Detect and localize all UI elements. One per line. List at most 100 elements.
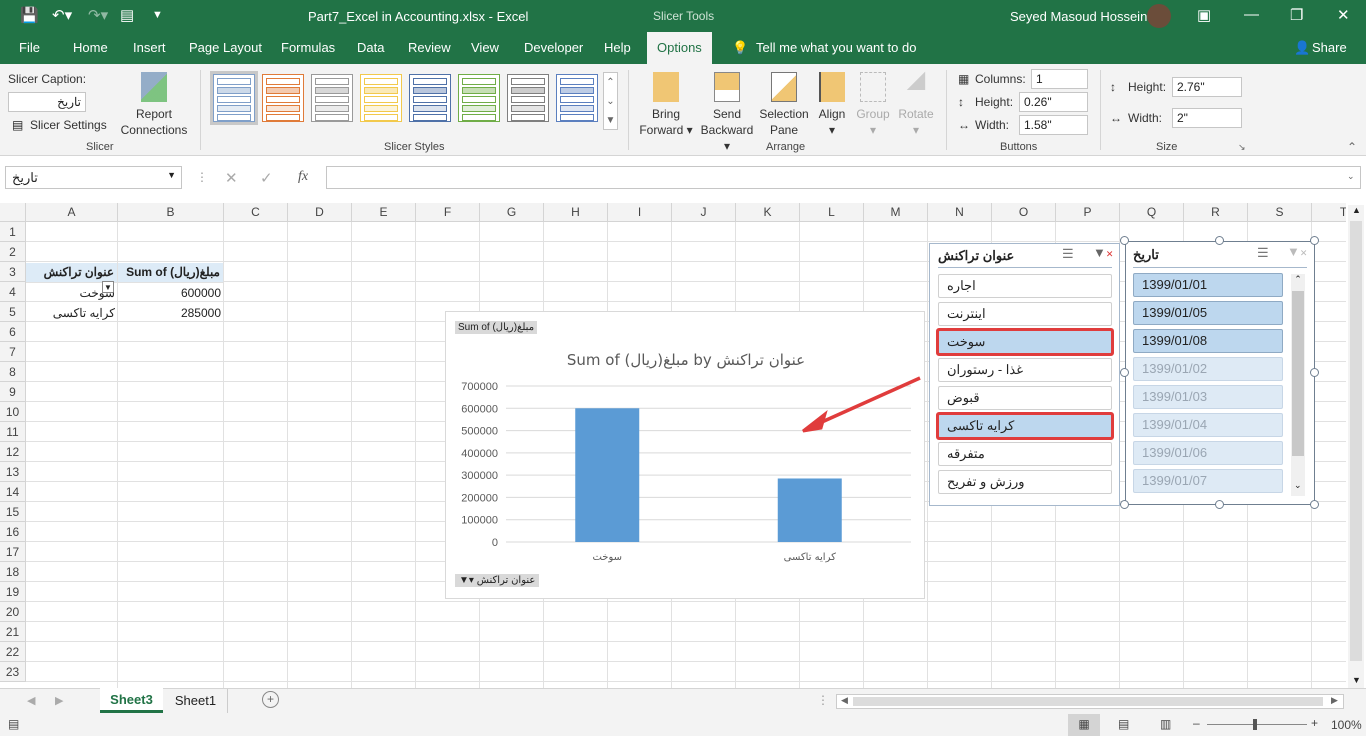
row-header[interactable]: 10 <box>0 402 26 422</box>
horizontal-scrollbar[interactable]: ◀ ▶ <box>836 694 1344 709</box>
slicer-item[interactable]: 1399/01/07 <box>1133 469 1283 493</box>
gallery-down-icon[interactable]: ⌄ <box>604 92 617 111</box>
user-name[interactable]: Seyed Masoud Hosseini <box>1010 9 1150 24</box>
column-header[interactable]: C <box>224 203 288 222</box>
enter-icon[interactable]: ✓ <box>260 169 273 187</box>
zoom-level[interactable]: 100% <box>1331 718 1362 732</box>
columns-spinner[interactable]: 1 <box>1031 69 1088 89</box>
slicer-style-swatch[interactable] <box>507 74 549 122</box>
clear-filter-icon[interactable]: ▼✕ <box>1287 244 1307 259</box>
select-all-corner[interactable] <box>0 203 26 222</box>
slicer-item[interactable]: ورزش و تفریح <box>938 470 1112 494</box>
column-header[interactable]: E <box>352 203 416 222</box>
rotate-button[interactable]: ◢ Rotate ▾ <box>896 68 936 138</box>
report-connections-button[interactable]: Report Connections <box>118 72 190 138</box>
next-sheet-icon[interactable]: ▶ <box>55 694 63 707</box>
resize-handle[interactable] <box>1120 368 1129 377</box>
slicer-item[interactable]: 1399/01/04 <box>1133 413 1283 437</box>
row-header[interactable]: 17 <box>0 542 26 562</box>
multi-select-icon[interactable]: ☰ <box>1062 246 1074 262</box>
resize-handle[interactable] <box>1120 236 1129 245</box>
column-header[interactable]: O <box>992 203 1056 222</box>
gallery-more-icon[interactable]: ▼ <box>604 111 617 130</box>
column-header[interactable]: K <box>736 203 800 222</box>
close-icon[interactable]: ✕ <box>1337 6 1350 24</box>
slicer-scrollbar[interactable]: ⌃ ⌄ <box>1291 274 1305 496</box>
scroll-right-icon[interactable]: ▶ <box>1331 695 1338 706</box>
slicer-item[interactable]: قبوض <box>938 386 1112 410</box>
name-box[interactable]: تاریخ ▼ <box>5 166 182 189</box>
row-header[interactable]: 16 <box>0 522 26 542</box>
normal-view-icon[interactable]: ▦ <box>1068 714 1100 736</box>
resize-handle[interactable] <box>1120 500 1129 509</box>
column-header[interactable]: N <box>928 203 992 222</box>
tab-options[interactable]: Options <box>647 32 712 64</box>
save-icon[interactable]: 💾 <box>20 6 39 24</box>
row-header[interactable]: 14 <box>0 482 26 502</box>
scroll-down-icon[interactable]: ▼ <box>1352 675 1361 685</box>
tab-developer[interactable]: Developer <box>524 40 583 55</box>
collapse-ribbon-icon[interactable]: ⌃ <box>1347 140 1357 154</box>
scroll-left-icon[interactable]: ◀ <box>841 695 848 706</box>
tell-me-search[interactable]: Tell me what you want to do <box>756 40 916 55</box>
form-icon[interactable]: ▤ <box>120 6 134 24</box>
row-header[interactable]: 15 <box>0 502 26 522</box>
slicer-item[interactable]: 1399/01/05 <box>1133 301 1283 325</box>
sheet-tab-sheet3[interactable]: Sheet3 <box>100 688 163 713</box>
size-dialog-launcher-icon[interactable]: ↘ <box>1238 142 1246 153</box>
multi-select-icon[interactable]: ☰ <box>1257 245 1269 261</box>
axis-field-button[interactable]: ▼▾ عنوان تراکنش <box>455 574 540 587</box>
slicer-item[interactable]: متفرقه <box>938 442 1112 466</box>
slicer-caption-input[interactable]: تاریخ <box>8 92 86 112</box>
column-header[interactable]: F <box>416 203 480 222</box>
row-header[interactable]: 3 <box>0 262 26 282</box>
sheet-tab-sheet1[interactable]: Sheet1 <box>164 689 228 713</box>
undo-icon[interactable]: ↶▾ <box>52 6 72 24</box>
column-header[interactable]: Q <box>1120 203 1184 222</box>
row-header[interactable]: 21 <box>0 622 26 642</box>
slicer-item[interactable]: اینترنت <box>938 302 1112 326</box>
horizontal-scroll-thumb[interactable] <box>853 697 1323 706</box>
bar[interactable] <box>575 408 640 542</box>
expand-formula-bar-icon[interactable]: ⌄ <box>1347 171 1355 182</box>
avatar[interactable] <box>1147 4 1171 28</box>
pivot-chart[interactable]: Sum of مبلغ(ریال) Sum of مبلغ(ریال) by ع… <box>445 311 925 599</box>
scroll-up-icon[interactable]: ⌃ <box>1291 274 1305 285</box>
slicer-item[interactable]: 1399/01/06 <box>1133 441 1283 465</box>
tab-home[interactable]: Home <box>73 40 108 55</box>
restore-icon[interactable]: ❐ <box>1290 6 1303 24</box>
slicer-date[interactable]: تاریخ ☰ ▼✕ ⌃ ⌄ 1399/01/01 1399/01/05 1399/… <box>1125 241 1315 505</box>
slicer-style-swatch[interactable] <box>458 74 500 122</box>
ribbon-display-icon[interactable]: ▣ <box>1197 6 1211 24</box>
vertical-scroll-thumb[interactable] <box>1350 221 1362 661</box>
tab-help[interactable]: Help <box>604 40 631 55</box>
size-width-spinner[interactable]: 2" <box>1172 108 1242 128</box>
button-height-spinner[interactable]: 0.26" <box>1019 92 1088 112</box>
pivot-row-value[interactable]: 285000 <box>118 304 224 322</box>
slicer-scroll-thumb[interactable] <box>1292 291 1304 456</box>
zoom-slider-thumb[interactable] <box>1253 719 1257 730</box>
row-header[interactable]: 1 <box>0 222 26 242</box>
tab-view[interactable]: View <box>471 40 499 55</box>
gallery-scroll[interactable]: ⌃ ⌄ ▼ <box>603 72 618 130</box>
row-header[interactable]: 20 <box>0 602 26 622</box>
redo-icon[interactable]: ↷▾ <box>88 6 108 24</box>
vertical-scrollbar[interactable]: ▲ ▼ <box>1348 205 1364 688</box>
clear-filter-icon[interactable]: ▼✕ <box>1093 245 1113 260</box>
tab-split-grip-icon[interactable]: ⋮ <box>817 693 829 707</box>
prev-sheet-icon[interactable]: ◀ <box>27 694 35 707</box>
send-backward-button[interactable]: Send Backward ▾ <box>696 72 758 154</box>
column-header[interactable]: L <box>800 203 864 222</box>
row-header[interactable]: 6 <box>0 322 26 342</box>
customize-qat-icon[interactable]: ▼ <box>152 9 163 21</box>
formula-input[interactable] <box>326 166 1361 189</box>
row-header[interactable]: 9 <box>0 382 26 402</box>
slicer-style-swatch[interactable] <box>556 74 598 122</box>
column-header[interactable]: P <box>1056 203 1120 222</box>
slicer-style-swatch[interactable] <box>262 74 304 122</box>
row-header[interactable]: 22 <box>0 642 26 662</box>
row-header[interactable]: 8 <box>0 362 26 382</box>
resize-handle[interactable] <box>1310 236 1319 245</box>
zoom-out-icon[interactable]: – <box>1193 716 1200 730</box>
column-header[interactable]: A <box>26 203 118 222</box>
